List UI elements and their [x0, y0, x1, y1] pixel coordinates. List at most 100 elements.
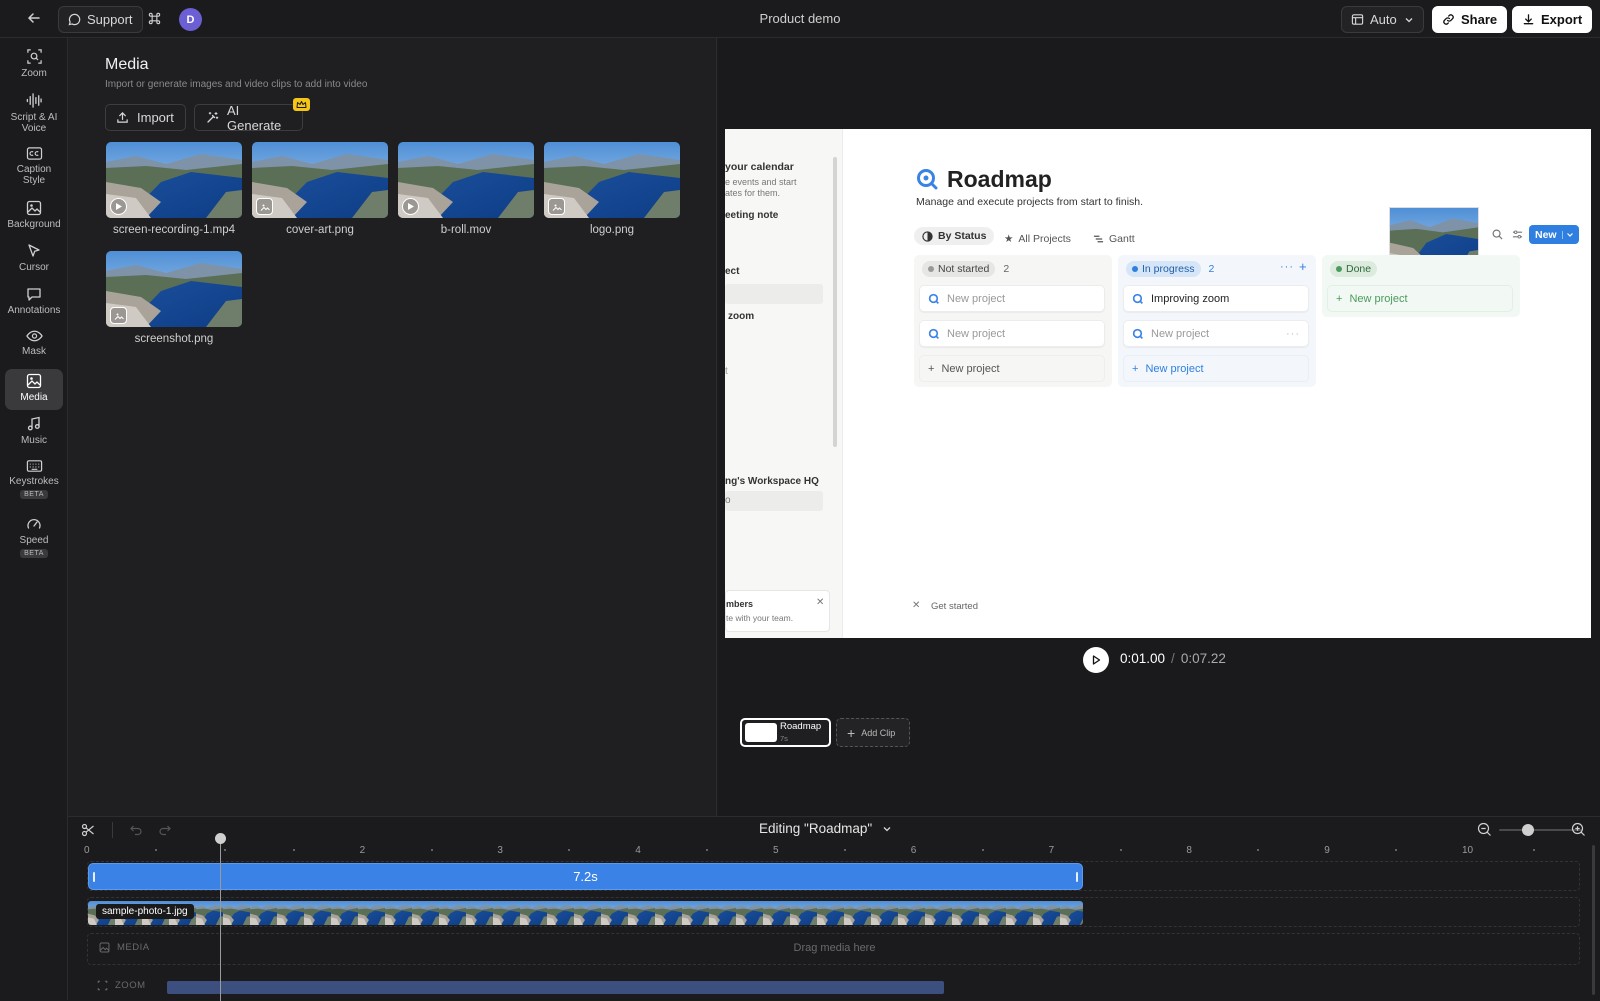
- redo-icon[interactable]: [158, 823, 172, 837]
- add-project: + New project: [919, 355, 1105, 382]
- play-button[interactable]: [1083, 647, 1109, 673]
- music-icon: [26, 416, 42, 432]
- scissors-icon[interactable]: [81, 823, 95, 837]
- editing-clip-dropdown[interactable]: Editing "Roadmap": [759, 821, 892, 836]
- auto-label: Auto: [1370, 12, 1397, 27]
- preview-sidebar-text: ng's Workspace HQ: [725, 476, 819, 487]
- play-icon: [1090, 654, 1102, 666]
- sidebar-item-caption-style[interactable]: Caption Style: [5, 142, 63, 192]
- clip-card-roadmap[interactable]: Roadmap 7s: [740, 718, 831, 747]
- panel-subtitle: Import or generate images and video clip…: [105, 79, 368, 90]
- auto-layout-dropdown[interactable]: Auto: [1341, 6, 1424, 33]
- preview-page-subtitle: Manage and execute projects from start t…: [916, 196, 1144, 208]
- media-thumbnail: [398, 142, 534, 218]
- playhead-handle[interactable]: [215, 833, 226, 844]
- project-card: New project: [919, 285, 1105, 312]
- undo-icon[interactable]: [129, 823, 143, 837]
- card-title: New project: [947, 327, 1006, 340]
- playhead-line: [220, 835, 221, 1001]
- link-icon: [1442, 13, 1455, 26]
- divider: [112, 822, 113, 838]
- media-item[interactable]: screenshot.png: [106, 251, 242, 345]
- sidebar-item-speed[interactable]: Speed BETA: [5, 512, 63, 565]
- support-button[interactable]: Support: [58, 6, 143, 33]
- sidebar-item-zoom[interactable]: Zoom: [5, 44, 63, 84]
- clip-handle-right[interactable]: [1076, 872, 1078, 882]
- sidebar-item-media[interactable]: Media: [5, 369, 63, 410]
- chevron-down-icon: [1404, 15, 1414, 25]
- command-icon[interactable]: [147, 11, 162, 26]
- share-label: Share: [1461, 12, 1498, 27]
- sidebar-item-annotations[interactable]: Annotations: [5, 282, 63, 322]
- media-track[interactable]: MEDIA Drag media here: [87, 933, 1580, 965]
- waveform-icon: [25, 92, 43, 109]
- layout-icon: [1351, 13, 1364, 26]
- column-header: Not started 2: [922, 261, 1009, 277]
- drag-hint: Drag media here: [793, 942, 876, 954]
- media-item[interactable]: b-roll.mov: [398, 142, 534, 236]
- export-button[interactable]: Export: [1512, 6, 1593, 33]
- preview-sidebar-text: eeting note: [725, 210, 779, 221]
- add-project: + New project: [1123, 355, 1309, 382]
- sidebar-item-cursor[interactable]: Cursor: [5, 239, 63, 279]
- plus-icon: +: [847, 724, 856, 741]
- preview-sidebar-text: o: [725, 495, 731, 506]
- import-button[interactable]: Import: [105, 104, 186, 131]
- back-arrow-icon[interactable]: [26, 10, 42, 26]
- sidebar-item-background[interactable]: Background: [5, 196, 63, 236]
- card-title: New project: [1151, 327, 1210, 340]
- preview-sidebar-highlight: [725, 491, 823, 511]
- sliders-icon: [1512, 229, 1523, 240]
- zoom-in-icon[interactable]: [1571, 822, 1586, 837]
- zoom-segment[interactable]: [167, 981, 944, 994]
- zoom-icon: [97, 980, 108, 991]
- clip-duration: 7s: [780, 734, 788, 743]
- project-card: New project ···: [1123, 320, 1309, 347]
- media-item[interactable]: screen-recording-1.mp4: [106, 142, 242, 236]
- gauge-icon: [26, 516, 42, 532]
- column-header: Done: [1330, 261, 1378, 277]
- timeline: Editing "Roadmap" 0 2 3 4 5 6 7 8 9 10 7.2s sampl…: [68, 816, 1600, 1001]
- support-label: Support: [87, 12, 133, 27]
- add-label: New project: [941, 362, 1000, 375]
- add-project: + New project: [1327, 285, 1513, 312]
- sidebar-label: Keystrokes: [9, 476, 59, 487]
- sidebar-item-keystrokes[interactable]: Keystrokes BETA: [5, 455, 63, 508]
- chat-icon: [68, 13, 81, 26]
- media-filename: logo.png: [589, 224, 635, 236]
- share-button[interactable]: Share: [1432, 6, 1508, 33]
- ai-generate-button[interactable]: AI Generate: [194, 103, 303, 133]
- clip-handle-left[interactable]: [93, 872, 95, 882]
- media-clip-strip[interactable]: sample-photo-1.jpg: [88, 901, 1083, 925]
- zoom-icon: [26, 48, 43, 65]
- sidebar-item-script[interactable]: Script & AI Voice: [5, 88, 63, 138]
- image-icon: [548, 198, 565, 215]
- timeline-scrollbar[interactable]: [1592, 845, 1595, 995]
- sidebar-label: Music: [20, 435, 48, 446]
- status-label: Not started: [938, 263, 990, 275]
- view-tab-all-projects: ★ All Projects: [1004, 233, 1071, 245]
- ruler-tick-label: 4: [635, 845, 641, 856]
- zoom-slider[interactable]: [1499, 824, 1582, 836]
- sidebar-item-mask[interactable]: Mask: [5, 325, 63, 365]
- media-item[interactable]: logo.png: [544, 142, 680, 236]
- ruler-tick: [223, 849, 226, 851]
- zoom-out-icon[interactable]: [1477, 822, 1492, 837]
- add-clip-button[interactable]: + Add Clip: [836, 718, 910, 747]
- media-thumbnail: [106, 142, 242, 218]
- video-preview[interactable]: your calendar e events and start ates fo…: [725, 129, 1591, 638]
- ruler-tick-label: 3: [497, 845, 503, 856]
- clip-bar[interactable]: 7.2s: [88, 863, 1083, 890]
- chevron-down-icon: [882, 824, 892, 834]
- sidebar-item-music[interactable]: Music: [5, 412, 63, 452]
- ruler-tick-label: 9: [1324, 845, 1330, 856]
- more-icon: ···: [1280, 261, 1294, 273]
- plus-icon: +: [928, 362, 935, 375]
- beta-badge: BETA: [20, 490, 48, 499]
- media-item[interactable]: cover-art.png: [252, 142, 388, 236]
- preview-sidebar-text: mbers: [726, 599, 754, 609]
- roadmap-logo-icon: [916, 168, 938, 190]
- panel-title: Media: [105, 56, 149, 73]
- zoom-slider-handle[interactable]: [1522, 824, 1535, 836]
- avatar[interactable]: D: [179, 8, 202, 31]
